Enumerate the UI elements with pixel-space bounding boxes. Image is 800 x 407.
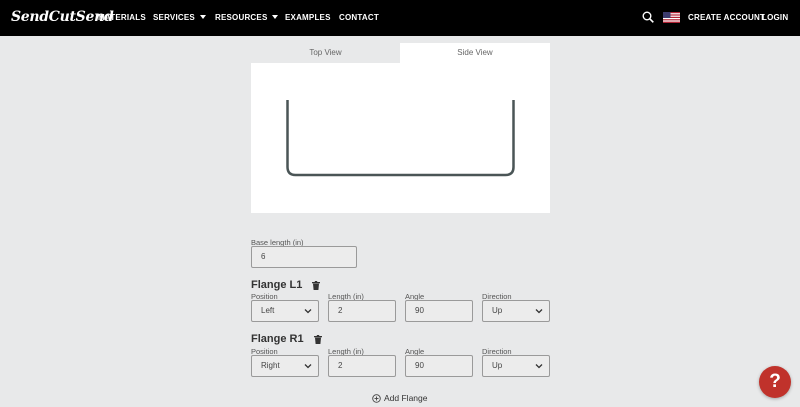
- chevron-down-icon: [304, 309, 312, 314]
- login-link[interactable]: LOGIN: [762, 13, 788, 22]
- flange-title: Flange R1: [251, 333, 304, 345]
- top-nav: SendCutSend MATERIALS SERVICES RESOURCES…: [0, 0, 800, 36]
- chevron-down-icon: [199, 15, 206, 19]
- nav-services[interactable]: SERVICES: [153, 13, 206, 22]
- trash-icon[interactable]: [312, 281, 320, 290]
- direction-select[interactable]: Up: [482, 355, 550, 377]
- chevron-down-icon: [304, 364, 312, 369]
- us-flag-icon[interactable]: [663, 12, 680, 23]
- tab-top-view[interactable]: Top View: [251, 43, 400, 63]
- search-icon[interactable]: [642, 11, 654, 23]
- trash-icon[interactable]: [314, 335, 322, 344]
- plus-circle-icon: [372, 394, 381, 403]
- part-preview: [251, 63, 550, 213]
- flange-title: Flange L1: [251, 279, 303, 291]
- side-profile-drawing: [286, 100, 515, 177]
- tab-side-view[interactable]: Side View: [400, 43, 550, 63]
- chevron-down-icon: [535, 309, 543, 314]
- view-tabs: Top View Side View: [251, 43, 550, 63]
- position-select[interactable]: Left: [251, 300, 319, 322]
- angle-input[interactable]: 90: [405, 355, 473, 377]
- length-input[interactable]: 2: [328, 355, 396, 377]
- position-select[interactable]: Right: [251, 355, 319, 377]
- nav-materials[interactable]: MATERIALS: [98, 13, 146, 22]
- chevron-down-icon: [272, 15, 279, 19]
- help-button[interactable]: ?: [759, 366, 791, 398]
- nav-examples[interactable]: EXAMPLES: [285, 13, 331, 22]
- add-flange-button[interactable]: Add Flange: [372, 393, 427, 403]
- create-account-link[interactable]: CREATE ACCOUNT: [688, 13, 765, 22]
- nav-resources[interactable]: RESOURCES: [215, 13, 279, 22]
- angle-input[interactable]: 90: [405, 300, 473, 322]
- nav-contact[interactable]: CONTACT: [339, 13, 379, 22]
- length-input[interactable]: 2: [328, 300, 396, 322]
- direction-select[interactable]: Up: [482, 300, 550, 322]
- base-length-input[interactable]: 6: [251, 246, 357, 268]
- chevron-down-icon: [535, 364, 543, 369]
